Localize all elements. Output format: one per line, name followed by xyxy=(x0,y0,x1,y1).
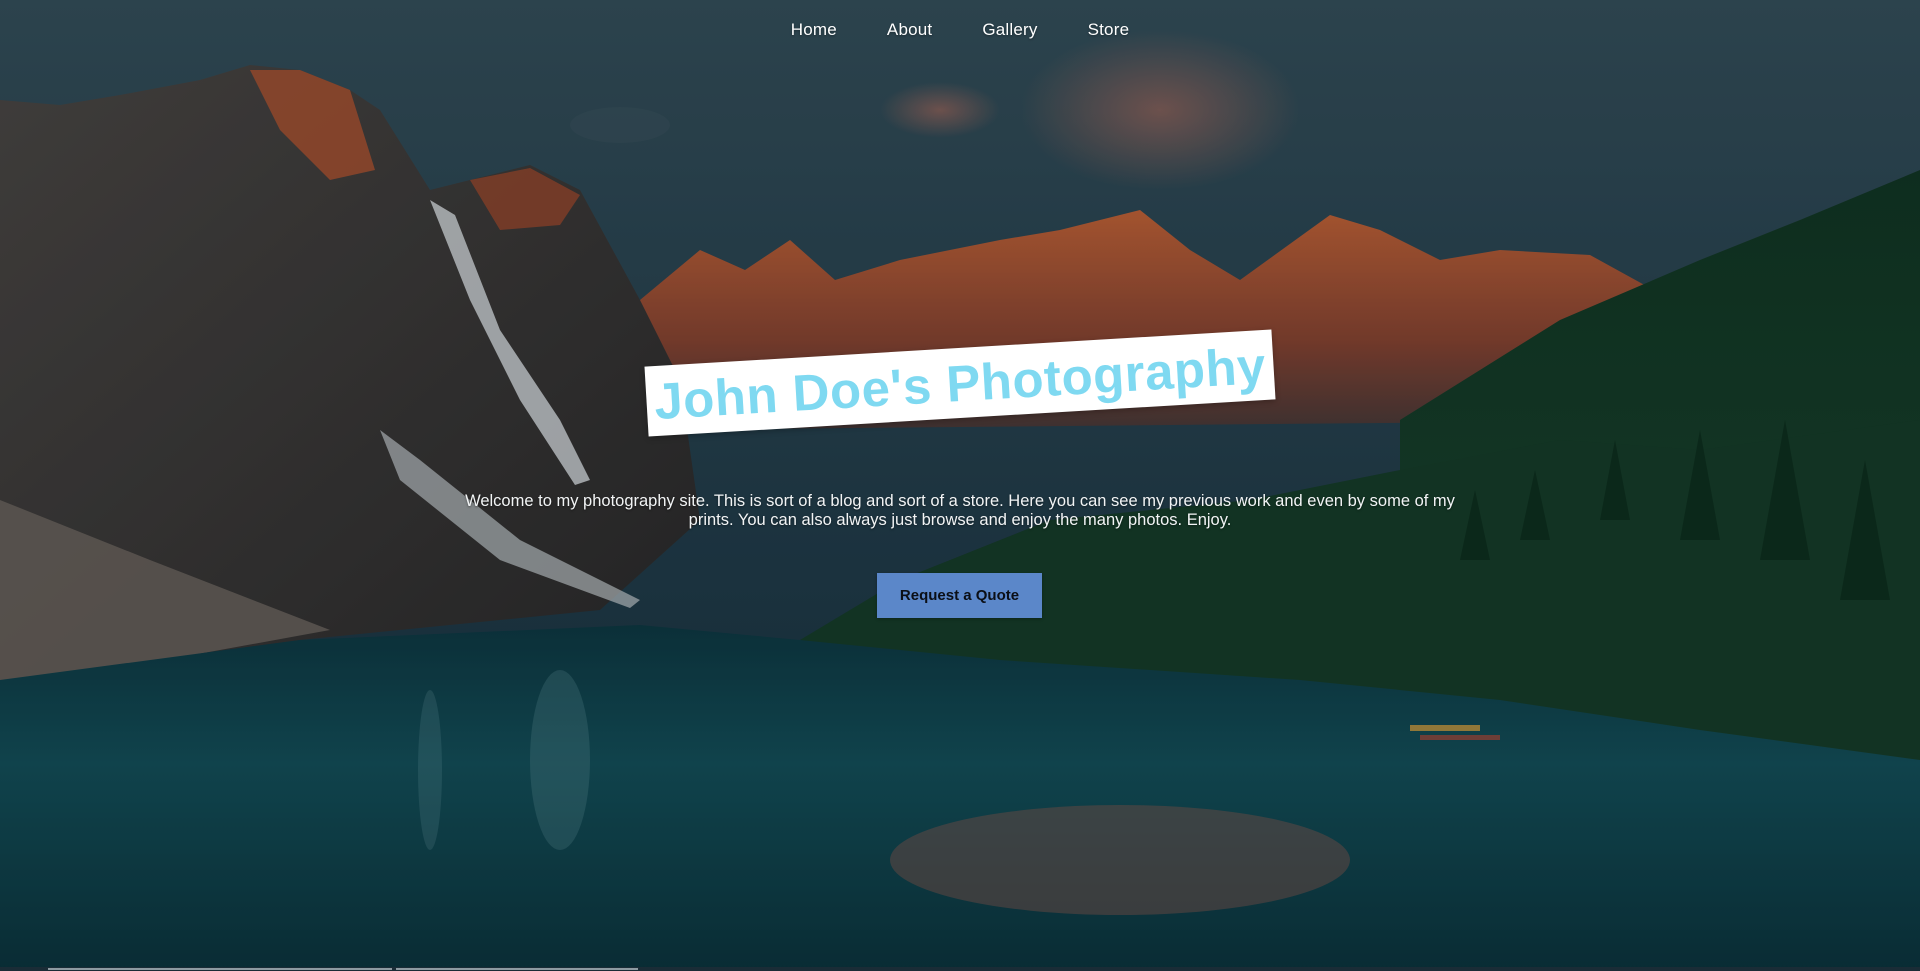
nav-link-store[interactable]: Store xyxy=(1088,20,1130,40)
nav-link-gallery[interactable]: Gallery xyxy=(982,20,1037,40)
main-nav: Home About Gallery Store xyxy=(0,20,1920,40)
background-photo xyxy=(0,0,1920,971)
hero-section: Home About Gallery Store John Doe's Phot… xyxy=(0,0,1920,971)
nav-link-home[interactable]: Home xyxy=(791,20,837,40)
nav-link-about[interactable]: About xyxy=(887,20,932,40)
request-quote-button[interactable]: Request a Quote xyxy=(877,573,1042,618)
intro-text: Welcome to my photography site. This is … xyxy=(465,491,1455,529)
bottom-scroll-indicator xyxy=(0,967,1920,971)
